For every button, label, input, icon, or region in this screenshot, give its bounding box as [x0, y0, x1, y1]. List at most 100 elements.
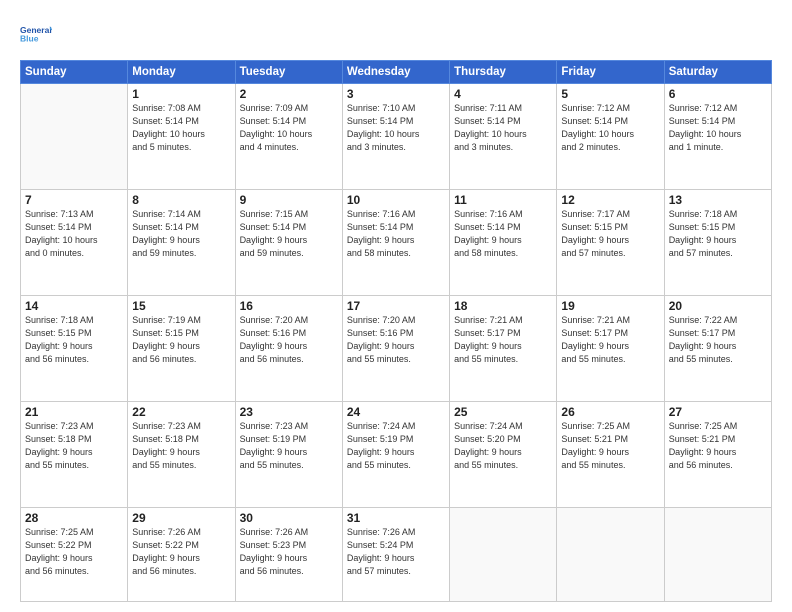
header: General Blue [20, 18, 772, 50]
calendar-day-cell: 17Sunrise: 7:20 AM Sunset: 5:16 PM Dayli… [342, 296, 449, 402]
calendar-day-cell: 2Sunrise: 7:09 AM Sunset: 5:14 PM Daylig… [235, 84, 342, 190]
day-info: Sunrise: 7:20 AM Sunset: 5:16 PM Dayligh… [347, 314, 445, 366]
calendar-day-cell: 29Sunrise: 7:26 AM Sunset: 5:22 PM Dayli… [128, 508, 235, 602]
calendar-week-row: 14Sunrise: 7:18 AM Sunset: 5:15 PM Dayli… [21, 296, 772, 402]
calendar-day-cell: 16Sunrise: 7:20 AM Sunset: 5:16 PM Dayli… [235, 296, 342, 402]
day-number: 2 [240, 87, 338, 101]
day-info: Sunrise: 7:13 AM Sunset: 5:14 PM Dayligh… [25, 208, 123, 260]
day-number: 14 [25, 299, 123, 313]
day-info: Sunrise: 7:15 AM Sunset: 5:14 PM Dayligh… [240, 208, 338, 260]
logo-svg: General Blue [20, 18, 52, 50]
calendar-week-row: 21 Sunrise: 7:23 AM Sunset: 5:18 PM Dayli… [21, 402, 772, 508]
calendar-day-header: Sunday [21, 61, 128, 84]
day-number: 29 [132, 511, 230, 525]
day-number: 19 [561, 299, 659, 313]
calendar-day-cell: 28Sunrise: 7:25 AM Sunset: 5:22 PM Dayli… [21, 508, 128, 602]
day-info: Sunrise: 7:24 AM Sunset: 5:20 PM Dayligh… [454, 420, 552, 472]
calendar-day-header: Saturday [664, 61, 771, 84]
day-number: 6 [669, 87, 767, 101]
calendar-day-cell: 30Sunrise: 7:26 AM Sunset: 5:23 PM Dayli… [235, 508, 342, 602]
calendar-day-header: Friday [557, 61, 664, 84]
day-info: Sunrise: 7:19 AM Sunset: 5:15 PM Dayligh… [132, 314, 230, 366]
day-info: Sunrise: 7:26 AM Sunset: 5:23 PM Dayligh… [240, 526, 338, 578]
calendar-day-cell: 22Sunrise: 7:23 AM Sunset: 5:18 PM Dayli… [128, 402, 235, 508]
calendar-day-header: Tuesday [235, 61, 342, 84]
calendar-day-cell: 4Sunrise: 7:11 AM Sunset: 5:14 PM Daylig… [450, 84, 557, 190]
day-info: Sunrise: 7:12 AM Sunset: 5:14 PM Dayligh… [561, 102, 659, 154]
day-info: Sunrise: 7:18 AM Sunset: 5:15 PM Dayligh… [25, 314, 123, 366]
calendar-table: SundayMondayTuesdayWednesdayThursdayFrid… [20, 60, 772, 602]
day-info: Sunrise: 7:14 AM Sunset: 5:14 PM Dayligh… [132, 208, 230, 260]
calendar-day-cell [557, 508, 664, 602]
calendar-day-cell: 26Sunrise: 7:25 AM Sunset: 5:21 PM Dayli… [557, 402, 664, 508]
calendar-week-row: 28Sunrise: 7:25 AM Sunset: 5:22 PM Dayli… [21, 508, 772, 602]
day-number: 17 [347, 299, 445, 313]
calendar-day-header: Thursday [450, 61, 557, 84]
calendar-day-cell [21, 84, 128, 190]
calendar-day-cell: 14Sunrise: 7:18 AM Sunset: 5:15 PM Dayli… [21, 296, 128, 402]
day-info: Sunrise: 7:23 AM Sunset: 5:19 PM Dayligh… [240, 420, 338, 472]
page: General Blue SundayMondayTuesdayWednesda… [0, 0, 792, 612]
day-info: Sunrise: 7:21 AM Sunset: 5:17 PM Dayligh… [561, 314, 659, 366]
day-info: Sunrise: 7:23 AM Sunset: 5:18 PM Dayligh… [132, 420, 230, 472]
day-info: Sunrise: 7:21 AM Sunset: 5:17 PM Dayligh… [454, 314, 552, 366]
day-number: 5 [561, 87, 659, 101]
calendar-day-cell: 3Sunrise: 7:10 AM Sunset: 5:14 PM Daylig… [342, 84, 449, 190]
calendar-day-cell: 1Sunrise: 7:08 AM Sunset: 5:14 PM Daylig… [128, 84, 235, 190]
day-number: 26 [561, 405, 659, 419]
day-info: Sunrise: 7:10 AM Sunset: 5:14 PM Dayligh… [347, 102, 445, 154]
calendar-day-cell: 24Sunrise: 7:24 AM Sunset: 5:19 PM Dayli… [342, 402, 449, 508]
calendar-day-cell: 12Sunrise: 7:17 AM Sunset: 5:15 PM Dayli… [557, 190, 664, 296]
calendar-day-cell [450, 508, 557, 602]
calendar-day-cell: 21Sunrise: 7:23 AM Sunset: 5:18 PM Dayli… [21, 402, 128, 508]
day-number: 21 [25, 405, 123, 419]
day-number: 13 [669, 193, 767, 207]
day-info: Sunrise: 7:22 AM Sunset: 5:17 PM Dayligh… [669, 314, 767, 366]
day-number: 30 [240, 511, 338, 525]
day-info: Sunrise: 7:26 AM Sunset: 5:24 PM Dayligh… [347, 526, 445, 578]
day-info: Sunrise: 7:26 AM Sunset: 5:22 PM Dayligh… [132, 526, 230, 578]
calendar-day-cell [664, 508, 771, 602]
day-info: Sunrise: 7:11 AM Sunset: 5:14 PM Dayligh… [454, 102, 552, 154]
day-info: Sunrise: 7:25 AM Sunset: 5:22 PM Dayligh… [25, 526, 123, 578]
calendar-day-cell: 8Sunrise: 7:14 AM Sunset: 5:14 PM Daylig… [128, 190, 235, 296]
day-info: Sunrise: 7:25 AM Sunset: 5:21 PM Dayligh… [669, 420, 767, 472]
day-number: 1 [132, 87, 230, 101]
calendar-day-cell: 31Sunrise: 7:26 AM Sunset: 5:24 PM Dayli… [342, 508, 449, 602]
day-number: 8 [132, 193, 230, 207]
day-info: Sunrise: 7:25 AM Sunset: 5:21 PM Dayligh… [561, 420, 659, 472]
calendar-day-cell: 19Sunrise: 7:21 AM Sunset: 5:17 PM Dayli… [557, 296, 664, 402]
day-number: 31 [347, 511, 445, 525]
calendar-week-row: 7Sunrise: 7:13 AM Sunset: 5:14 PM Daylig… [21, 190, 772, 296]
calendar-day-cell: 11Sunrise: 7:16 AM Sunset: 5:14 PM Dayli… [450, 190, 557, 296]
calendar-day-cell: 10Sunrise: 7:16 AM Sunset: 5:14 PM Dayli… [342, 190, 449, 296]
day-number: 12 [561, 193, 659, 207]
day-number: 24 [347, 405, 445, 419]
day-number: 3 [347, 87, 445, 101]
calendar-day-cell: 15Sunrise: 7:19 AM Sunset: 5:15 PM Dayli… [128, 296, 235, 402]
day-number: 16 [240, 299, 338, 313]
day-number: 28 [25, 511, 123, 525]
day-info: Sunrise: 7:16 AM Sunset: 5:14 PM Dayligh… [454, 208, 552, 260]
calendar-day-header: Wednesday [342, 61, 449, 84]
day-number: 11 [454, 193, 552, 207]
day-number: 27 [669, 405, 767, 419]
calendar-day-cell: 13Sunrise: 7:18 AM Sunset: 5:15 PM Dayli… [664, 190, 771, 296]
calendar-day-cell: 20Sunrise: 7:22 AM Sunset: 5:17 PM Dayli… [664, 296, 771, 402]
day-number: 9 [240, 193, 338, 207]
day-info: Sunrise: 7:09 AM Sunset: 5:14 PM Dayligh… [240, 102, 338, 154]
day-info: Sunrise: 7:20 AM Sunset: 5:16 PM Dayligh… [240, 314, 338, 366]
day-info: Sunrise: 7:16 AM Sunset: 5:14 PM Dayligh… [347, 208, 445, 260]
day-info: Sunrise: 7:24 AM Sunset: 5:19 PM Dayligh… [347, 420, 445, 472]
day-number: 7 [25, 193, 123, 207]
calendar-day-cell: 6Sunrise: 7:12 AM Sunset: 5:14 PM Daylig… [664, 84, 771, 190]
day-number: 10 [347, 193, 445, 207]
calendar-week-row: 1Sunrise: 7:08 AM Sunset: 5:14 PM Daylig… [21, 84, 772, 190]
svg-text:Blue: Blue [20, 33, 39, 43]
logo: General Blue [20, 18, 52, 50]
day-number: 22 [132, 405, 230, 419]
calendar-day-cell: 27Sunrise: 7:25 AM Sunset: 5:21 PM Dayli… [664, 402, 771, 508]
day-info: Sunrise: 7:17 AM Sunset: 5:15 PM Dayligh… [561, 208, 659, 260]
calendar-day-cell: 23Sunrise: 7:23 AM Sunset: 5:19 PM Dayli… [235, 402, 342, 508]
day-number: 15 [132, 299, 230, 313]
